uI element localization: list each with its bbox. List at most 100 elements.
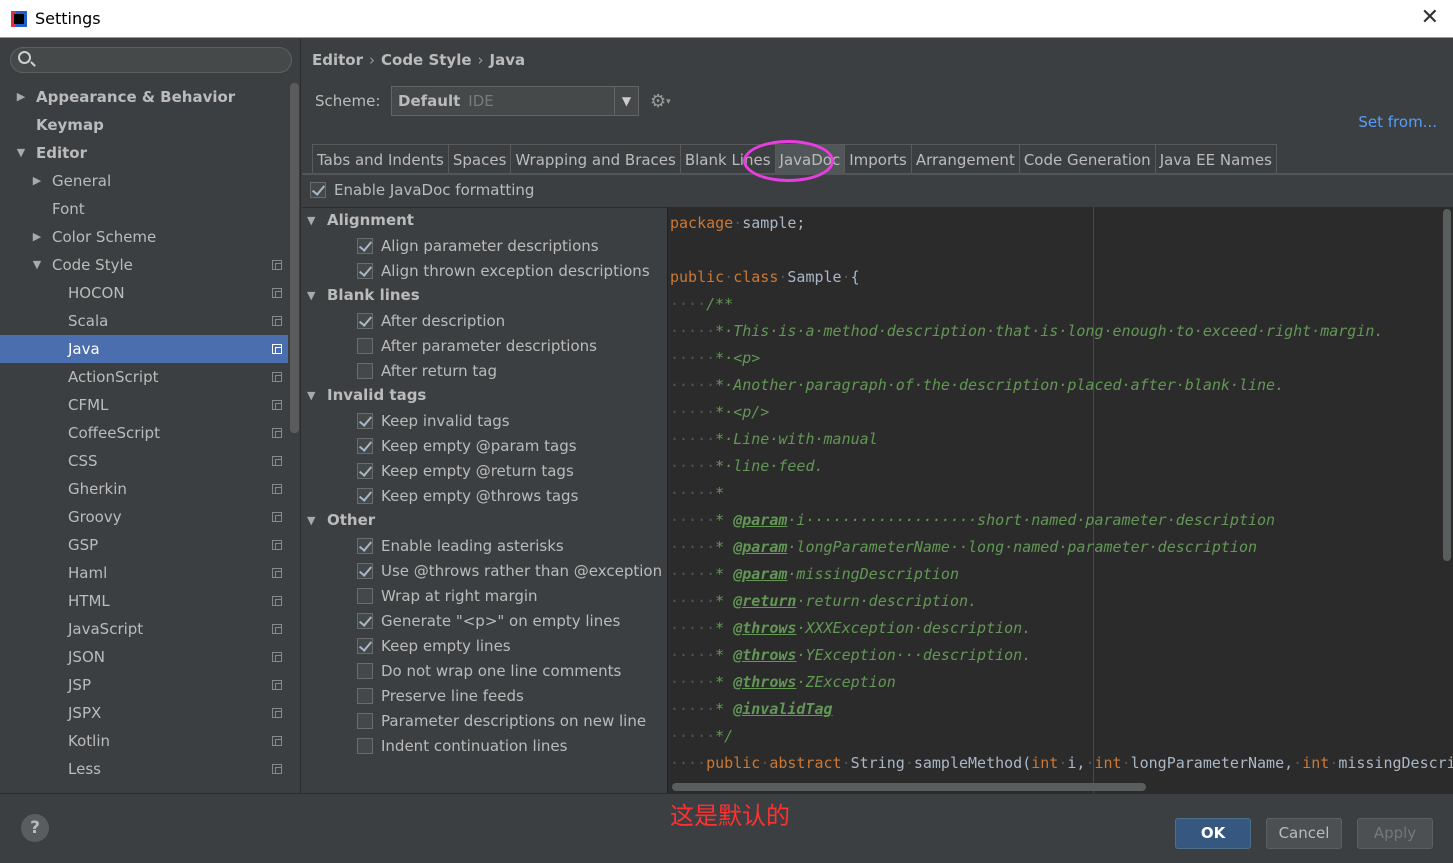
option-row[interactable]: Align thrown exception descriptions xyxy=(302,258,667,283)
group-invalid-tags[interactable]: ▼ Invalid tags xyxy=(302,383,667,408)
option-checkbox[interactable] xyxy=(357,537,373,554)
chevron-down-icon[interactable]: ▼ xyxy=(307,383,315,408)
set-from-link[interactable]: Set from... xyxy=(1358,113,1437,131)
option-checkbox[interactable] xyxy=(357,562,373,579)
sidebar-item-jspx[interactable]: JSPX xyxy=(0,699,288,727)
cancel-button[interactable]: Cancel xyxy=(1266,818,1342,849)
option-checkbox[interactable] xyxy=(357,462,373,479)
sidebar-item-kotlin[interactable]: Kotlin xyxy=(0,727,288,755)
chevron-down-icon[interactable]: ▼ xyxy=(31,251,43,279)
chevron-right-icon[interactable]: ▶ xyxy=(31,167,43,195)
close-icon[interactable]: ✕ xyxy=(1421,5,1439,31)
sidebar-item-scala[interactable]: Scala xyxy=(0,307,288,335)
apply-button[interactable]: Apply xyxy=(1357,818,1433,849)
sidebar-item-groovy[interactable]: Groovy xyxy=(0,503,288,531)
chevron-right-icon[interactable]: ▶ xyxy=(15,83,27,111)
sidebar-item-font[interactable]: Font xyxy=(0,195,288,223)
tab-arrangement[interactable]: Arrangement xyxy=(910,144,1020,174)
tab-imports[interactable]: Imports xyxy=(844,144,912,174)
sidebar-item-keymap[interactable]: Keymap xyxy=(0,111,288,139)
sidebar-item-java[interactable]: Java xyxy=(0,335,288,363)
option-checkbox[interactable] xyxy=(357,437,373,454)
option-row[interactable]: Preserve line feeds xyxy=(302,683,667,708)
tab-tabs-and-indents[interactable]: Tabs and Indents xyxy=(312,144,449,174)
sidebar-item-gsp[interactable]: GSP xyxy=(0,531,288,559)
option-checkbox[interactable] xyxy=(357,612,373,629)
breadcrumb-item: Code Style xyxy=(381,51,472,69)
search-input[interactable] xyxy=(10,47,292,73)
sidebar-item-json[interactable]: JSON xyxy=(0,643,288,671)
group-other[interactable]: ▼ Other xyxy=(302,508,667,533)
sidebar-item-css[interactable]: CSS xyxy=(0,447,288,475)
option-row[interactable]: After return tag xyxy=(302,358,667,383)
sidebar-item-coffeescript[interactable]: CoffeeScript xyxy=(0,419,288,447)
sidebar-item-less[interactable]: Less xyxy=(0,755,288,783)
code-token: ····· xyxy=(670,673,716,691)
sidebar-item-appearance-behavior[interactable]: ▶ Appearance & Behavior xyxy=(0,83,288,111)
sidebar-scrollbar[interactable] xyxy=(290,83,299,433)
option-checkbox[interactable] xyxy=(357,687,373,704)
option-row[interactable]: Do not wrap one line comments xyxy=(302,658,667,683)
chevron-down-icon[interactable]: ▼ xyxy=(307,283,315,308)
option-checkbox[interactable] xyxy=(357,712,373,729)
option-checkbox[interactable] xyxy=(357,737,373,754)
group-alignment[interactable]: ▼ Alignment xyxy=(302,208,667,233)
tab-code-generation[interactable]: Code Generation xyxy=(1018,144,1156,174)
sidebar-item-javascript[interactable]: JavaScript xyxy=(0,615,288,643)
option-checkbox[interactable] xyxy=(357,637,373,654)
option-checkbox[interactable] xyxy=(357,262,373,279)
option-row[interactable]: Parameter descriptions on new line xyxy=(302,708,667,733)
group-blank-lines[interactable]: ▼ Blank lines xyxy=(302,283,667,308)
ok-button[interactable]: OK xyxy=(1175,818,1251,849)
tab-wrapping-and-braces[interactable]: Wrapping and Braces xyxy=(510,144,681,174)
enable-javadoc-checkbox[interactable] xyxy=(310,182,326,198)
sidebar-item-editor[interactable]: ▼ Editor xyxy=(0,139,288,167)
option-label: Keep empty @throws tags xyxy=(381,486,579,505)
code-horizontal-scrollbar[interactable] xyxy=(672,783,1146,791)
option-row[interactable]: After description xyxy=(302,308,667,333)
option-row[interactable]: Align parameter descriptions xyxy=(302,233,667,258)
chevron-down-icon[interactable]: ▼ xyxy=(15,139,27,167)
sidebar-item-hocon[interactable]: HOCON xyxy=(0,279,288,307)
help-icon[interactable]: ? xyxy=(21,814,49,842)
sidebar-item-haml[interactable]: Haml xyxy=(0,559,288,587)
chevron-right-icon[interactable]: ▶ xyxy=(31,223,43,251)
scheme-dropdown[interactable]: Default IDE ▼ xyxy=(391,86,639,116)
option-checkbox[interactable] xyxy=(357,412,373,429)
option-row[interactable]: After parameter descriptions xyxy=(302,333,667,358)
option-row[interactable]: Keep empty @param tags xyxy=(302,433,667,458)
chevron-down-icon[interactable]: ▼ xyxy=(614,87,638,115)
option-row[interactable]: Keep empty lines xyxy=(302,633,667,658)
sidebar-item-actionscript[interactable]: ActionScript xyxy=(0,363,288,391)
option-checkbox[interactable] xyxy=(357,362,373,379)
sidebar-item-code-style[interactable]: ▼ Code Style xyxy=(0,251,288,279)
sidebar-item-color-scheme[interactable]: ▶ Color Scheme xyxy=(0,223,288,251)
option-checkbox[interactable] xyxy=(357,662,373,679)
chevron-down-icon[interactable]: ▼ xyxy=(307,508,315,533)
option-row[interactable]: Keep empty @return tags xyxy=(302,458,667,483)
code-vertical-scrollbar[interactable] xyxy=(1443,209,1451,561)
tab-java-ee-names[interactable]: Java EE Names xyxy=(1154,144,1277,174)
sidebar-item-general[interactable]: ▶ General xyxy=(0,167,288,195)
option-row[interactable]: Keep empty @throws tags xyxy=(302,483,667,508)
option-row[interactable]: Indent continuation lines xyxy=(302,733,667,758)
option-checkbox[interactable] xyxy=(357,312,373,329)
option-row[interactable]: Keep invalid tags xyxy=(302,408,667,433)
sidebar-item-gherkin[interactable]: Gherkin xyxy=(0,475,288,503)
sidebar-item-jsp[interactable]: JSP xyxy=(0,671,288,699)
enable-javadoc-row[interactable]: Enable JavaDoc formatting xyxy=(310,181,534,199)
option-checkbox[interactable] xyxy=(357,587,373,604)
tab-spaces[interactable]: Spaces xyxy=(447,144,512,174)
option-checkbox[interactable] xyxy=(357,337,373,354)
sidebar-item-html[interactable]: HTML xyxy=(0,587,288,615)
option-row[interactable]: Generate "<p>" on empty lines xyxy=(302,608,667,633)
chevron-down-icon[interactable]: ▼ xyxy=(307,208,315,233)
option-row[interactable]: Enable leading asterisks xyxy=(302,533,667,558)
code-preview[interactable]: package·sample; public·class·Sample·{···… xyxy=(667,207,1453,793)
option-checkbox[interactable] xyxy=(357,487,373,504)
sidebar-item-cfml[interactable]: CFML xyxy=(0,391,288,419)
option-checkbox[interactable] xyxy=(357,237,373,254)
option-row[interactable]: Wrap at right margin xyxy=(302,583,667,608)
gear-icon[interactable]: ⚙▾ xyxy=(650,91,671,112)
option-row[interactable]: Use @throws rather than @exception xyxy=(302,558,667,583)
